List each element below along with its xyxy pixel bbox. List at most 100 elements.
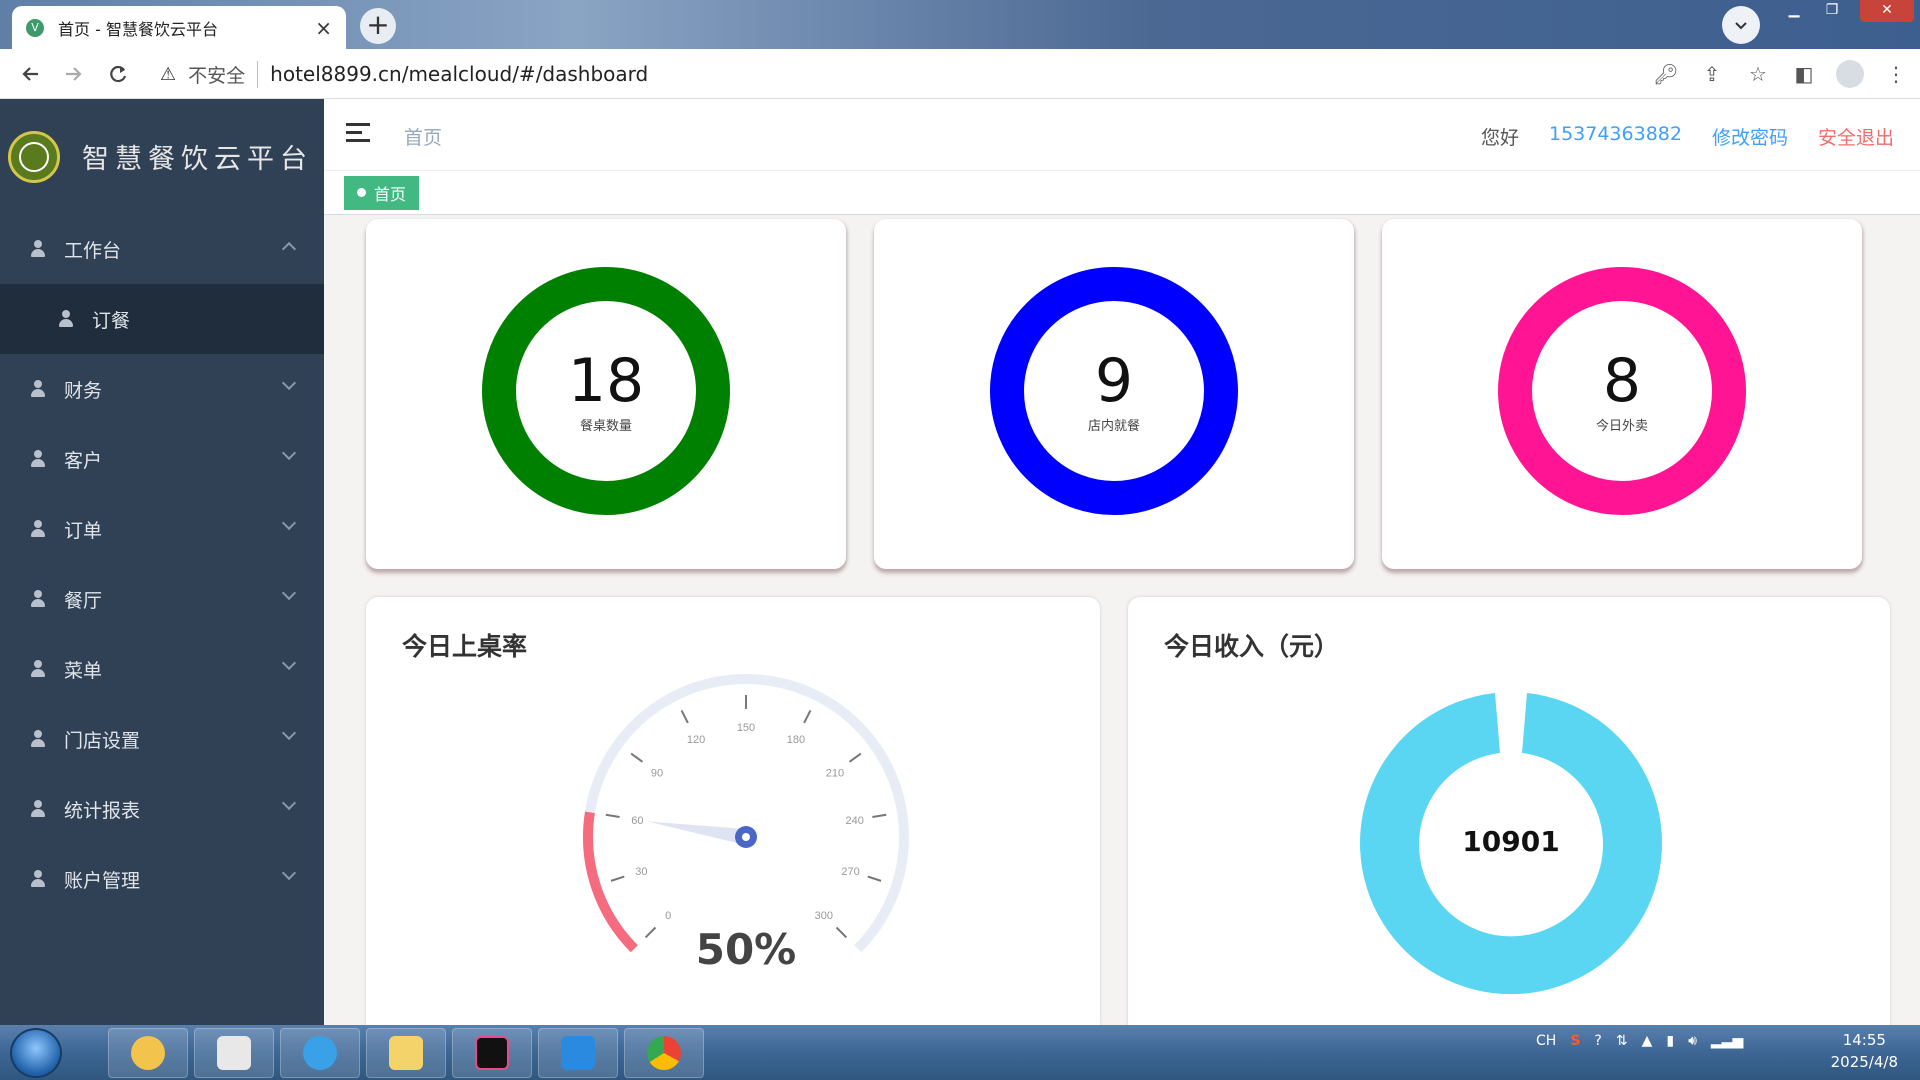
stat-value: 9: [1094, 345, 1134, 416]
sidebar-item-orders[interactable]: 订单: [0, 494, 324, 564]
sidebar-item-label: 账户管理: [64, 869, 141, 892]
gauge-tick-label: 90: [651, 767, 663, 779]
browser-tabstrip: V 首页 - 智慧餐饮云平台 × + ▁ ❐ ✕: [0, 0, 1920, 49]
chevron-down-icon: [281, 725, 297, 741]
stat-card-tables: 18 餐桌数量: [366, 219, 846, 569]
star-icon[interactable]: ☆: [1744, 60, 1772, 88]
sidebar-item-label: 订单: [64, 519, 103, 542]
stat-ring: 18 餐桌数量: [482, 267, 730, 515]
start-button[interactable]: [10, 1028, 62, 1078]
user-icon: [30, 730, 46, 748]
network-icon[interactable]: ⇅: [1616, 1033, 1628, 1049]
volume-icon[interactable]: 🔊︎: [1688, 1033, 1697, 1049]
greeting: 您好: [1480, 127, 1519, 149]
sidebar-item-account[interactable]: 账户管理: [0, 844, 324, 914]
brand: 智慧餐饮云平台: [0, 99, 324, 214]
window-close-button[interactable]: ✕: [1860, 0, 1914, 22]
taskbar-app-chrome[interactable]: [624, 1028, 704, 1078]
new-tab-button[interactable]: +: [360, 8, 396, 44]
stat-ring: 9 店内就餐: [990, 267, 1238, 515]
vue-favicon-icon: V: [26, 18, 44, 37]
browser-toolbar: ⚠ 不安全 hotel8899.cn/mealcloud/#/dashboard…: [0, 49, 1920, 99]
chevron-down-icon: [281, 655, 297, 671]
warning-icon[interactable]: ⚠: [160, 64, 176, 85]
tag-label: 首页: [374, 184, 407, 204]
tab-search-button[interactable]: [1722, 6, 1760, 44]
sidebar-item-restaurant[interactable]: 餐厅: [0, 564, 324, 634]
stat-card-dine-in: 9 店内就餐: [874, 219, 1354, 569]
chevron-down-icon: [281, 795, 297, 811]
user-icon: [30, 520, 46, 538]
key-icon[interactable]: 🔑︎: [1652, 60, 1680, 88]
security-label[interactable]: 不安全: [188, 60, 259, 88]
sidebar-item-store-settings[interactable]: 门店设置: [0, 704, 324, 774]
sidebar-item-label: 菜单: [64, 659, 103, 682]
url-text[interactable]: hotel8899.cn/mealcloud/#/dashboard: [270, 62, 648, 86]
gauge-tick: [630, 752, 644, 763]
sidebar-item-workbench[interactable]: 工作台: [0, 214, 324, 284]
logout-link[interactable]: 安全退出: [1818, 123, 1894, 150]
tag-home[interactable]: 首页: [344, 175, 420, 210]
kebab-menu-icon[interactable]: ⋮: [1882, 60, 1910, 88]
sidebar-subitem-order-meal[interactable]: 订餐: [0, 284, 324, 354]
sidepanel-icon[interactable]: ◧: [1790, 60, 1818, 88]
sidebar-item-label: 财务: [64, 379, 103, 402]
change-password-link[interactable]: 修改密码: [1712, 123, 1788, 150]
sidebar-item-finance[interactable]: 财务: [0, 354, 324, 424]
taskbar-app-intellij[interactable]: [452, 1028, 532, 1078]
maximize-button[interactable]: ❐: [1812, 0, 1852, 22]
share-icon[interactable]: ⇪: [1698, 60, 1726, 88]
taskbar-app-blue[interactable]: [280, 1028, 360, 1078]
stat-value: 18: [567, 345, 645, 416]
gauge-tick: [680, 710, 689, 724]
gauge-pointer: [647, 821, 748, 845]
system-tray: CH S ? ⇅ ▲ ▮ 🔊︎ ▂▃▅: [1536, 1033, 1743, 1049]
sidebar-item-menu[interactable]: 菜单: [0, 634, 324, 704]
active-dot-icon: [357, 188, 366, 197]
user-icon: [30, 660, 46, 678]
breadcrumb[interactable]: 首页: [404, 123, 442, 150]
minimize-button[interactable]: ▁: [1774, 0, 1814, 22]
chevron-down-icon: [281, 375, 297, 391]
occupancy-title: 今日上桌率: [402, 632, 528, 661]
profile-avatar-icon[interactable]: [1836, 60, 1864, 88]
tab-title: 首页 - 智慧餐饮云平台: [58, 19, 218, 39]
signal-icon[interactable]: ▂▃▅: [1711, 1033, 1743, 1049]
user-icon: [30, 450, 46, 468]
ime-indicator[interactable]: CH: [1536, 1033, 1556, 1049]
tags-view: 首页: [324, 171, 1920, 215]
clock-date: 2025/4/8: [1830, 1053, 1898, 1071]
tray-expand-icon[interactable]: ▲: [1642, 1033, 1653, 1049]
sidebar-item-label: 餐厅: [64, 589, 103, 612]
taskbar-app-explorer[interactable]: [366, 1028, 446, 1078]
tab-close-icon[interactable]: ×: [315, 16, 332, 40]
stat-label: 店内就餐: [1087, 418, 1140, 434]
help-icon[interactable]: ?: [1594, 1033, 1601, 1049]
sidebar-item-label: 工作台: [64, 239, 122, 262]
browser-tab[interactable]: V 首页 - 智慧餐饮云平台 ×: [12, 6, 346, 49]
user-phone[interactable]: 15374363882: [1549, 123, 1682, 150]
forward-icon[interactable]: [52, 52, 96, 96]
sogou-icon[interactable]: S: [1570, 1033, 1580, 1049]
taskbar-app-draw[interactable]: [194, 1028, 274, 1078]
reload-icon[interactable]: [96, 52, 140, 96]
stat-value: 8: [1602, 345, 1642, 416]
sidebar-item-customers[interactable]: 客户: [0, 424, 324, 494]
gauge-tick-label: 30: [635, 866, 647, 878]
address-bar[interactable]: ⚠ 不安全 hotel8899.cn/mealcloud/#/dashboard: [160, 56, 1640, 92]
taskbar-clock[interactable]: 14:55 2025/4/8: [1831, 1029, 1898, 1073]
sidebar-item-reports[interactable]: 统计报表: [0, 774, 324, 844]
back-icon[interactable]: [8, 52, 52, 96]
taskbar-app-yellow[interactable]: [108, 1028, 188, 1078]
revenue-title: 今日收入（元）: [1164, 632, 1340, 661]
user-icon: [30, 590, 46, 608]
taskbar-app-vscode[interactable]: [538, 1028, 618, 1078]
chevron-down-icon: [281, 865, 297, 881]
top-header: 首页 您好 15374363882 修改密码 安全退出: [324, 99, 1920, 171]
chevron-down-icon: [281, 445, 297, 461]
toolbar-icons: 🔑︎ ⇪ ☆ ◧ ⋮: [1652, 49, 1910, 99]
usb-icon[interactable]: ▮: [1666, 1033, 1674, 1049]
revenue-value: 10901: [1462, 825, 1560, 858]
hamburger-icon[interactable]: [346, 123, 370, 145]
user-nav: 您好 15374363882 修改密码 安全退出: [1481, 123, 1894, 150]
